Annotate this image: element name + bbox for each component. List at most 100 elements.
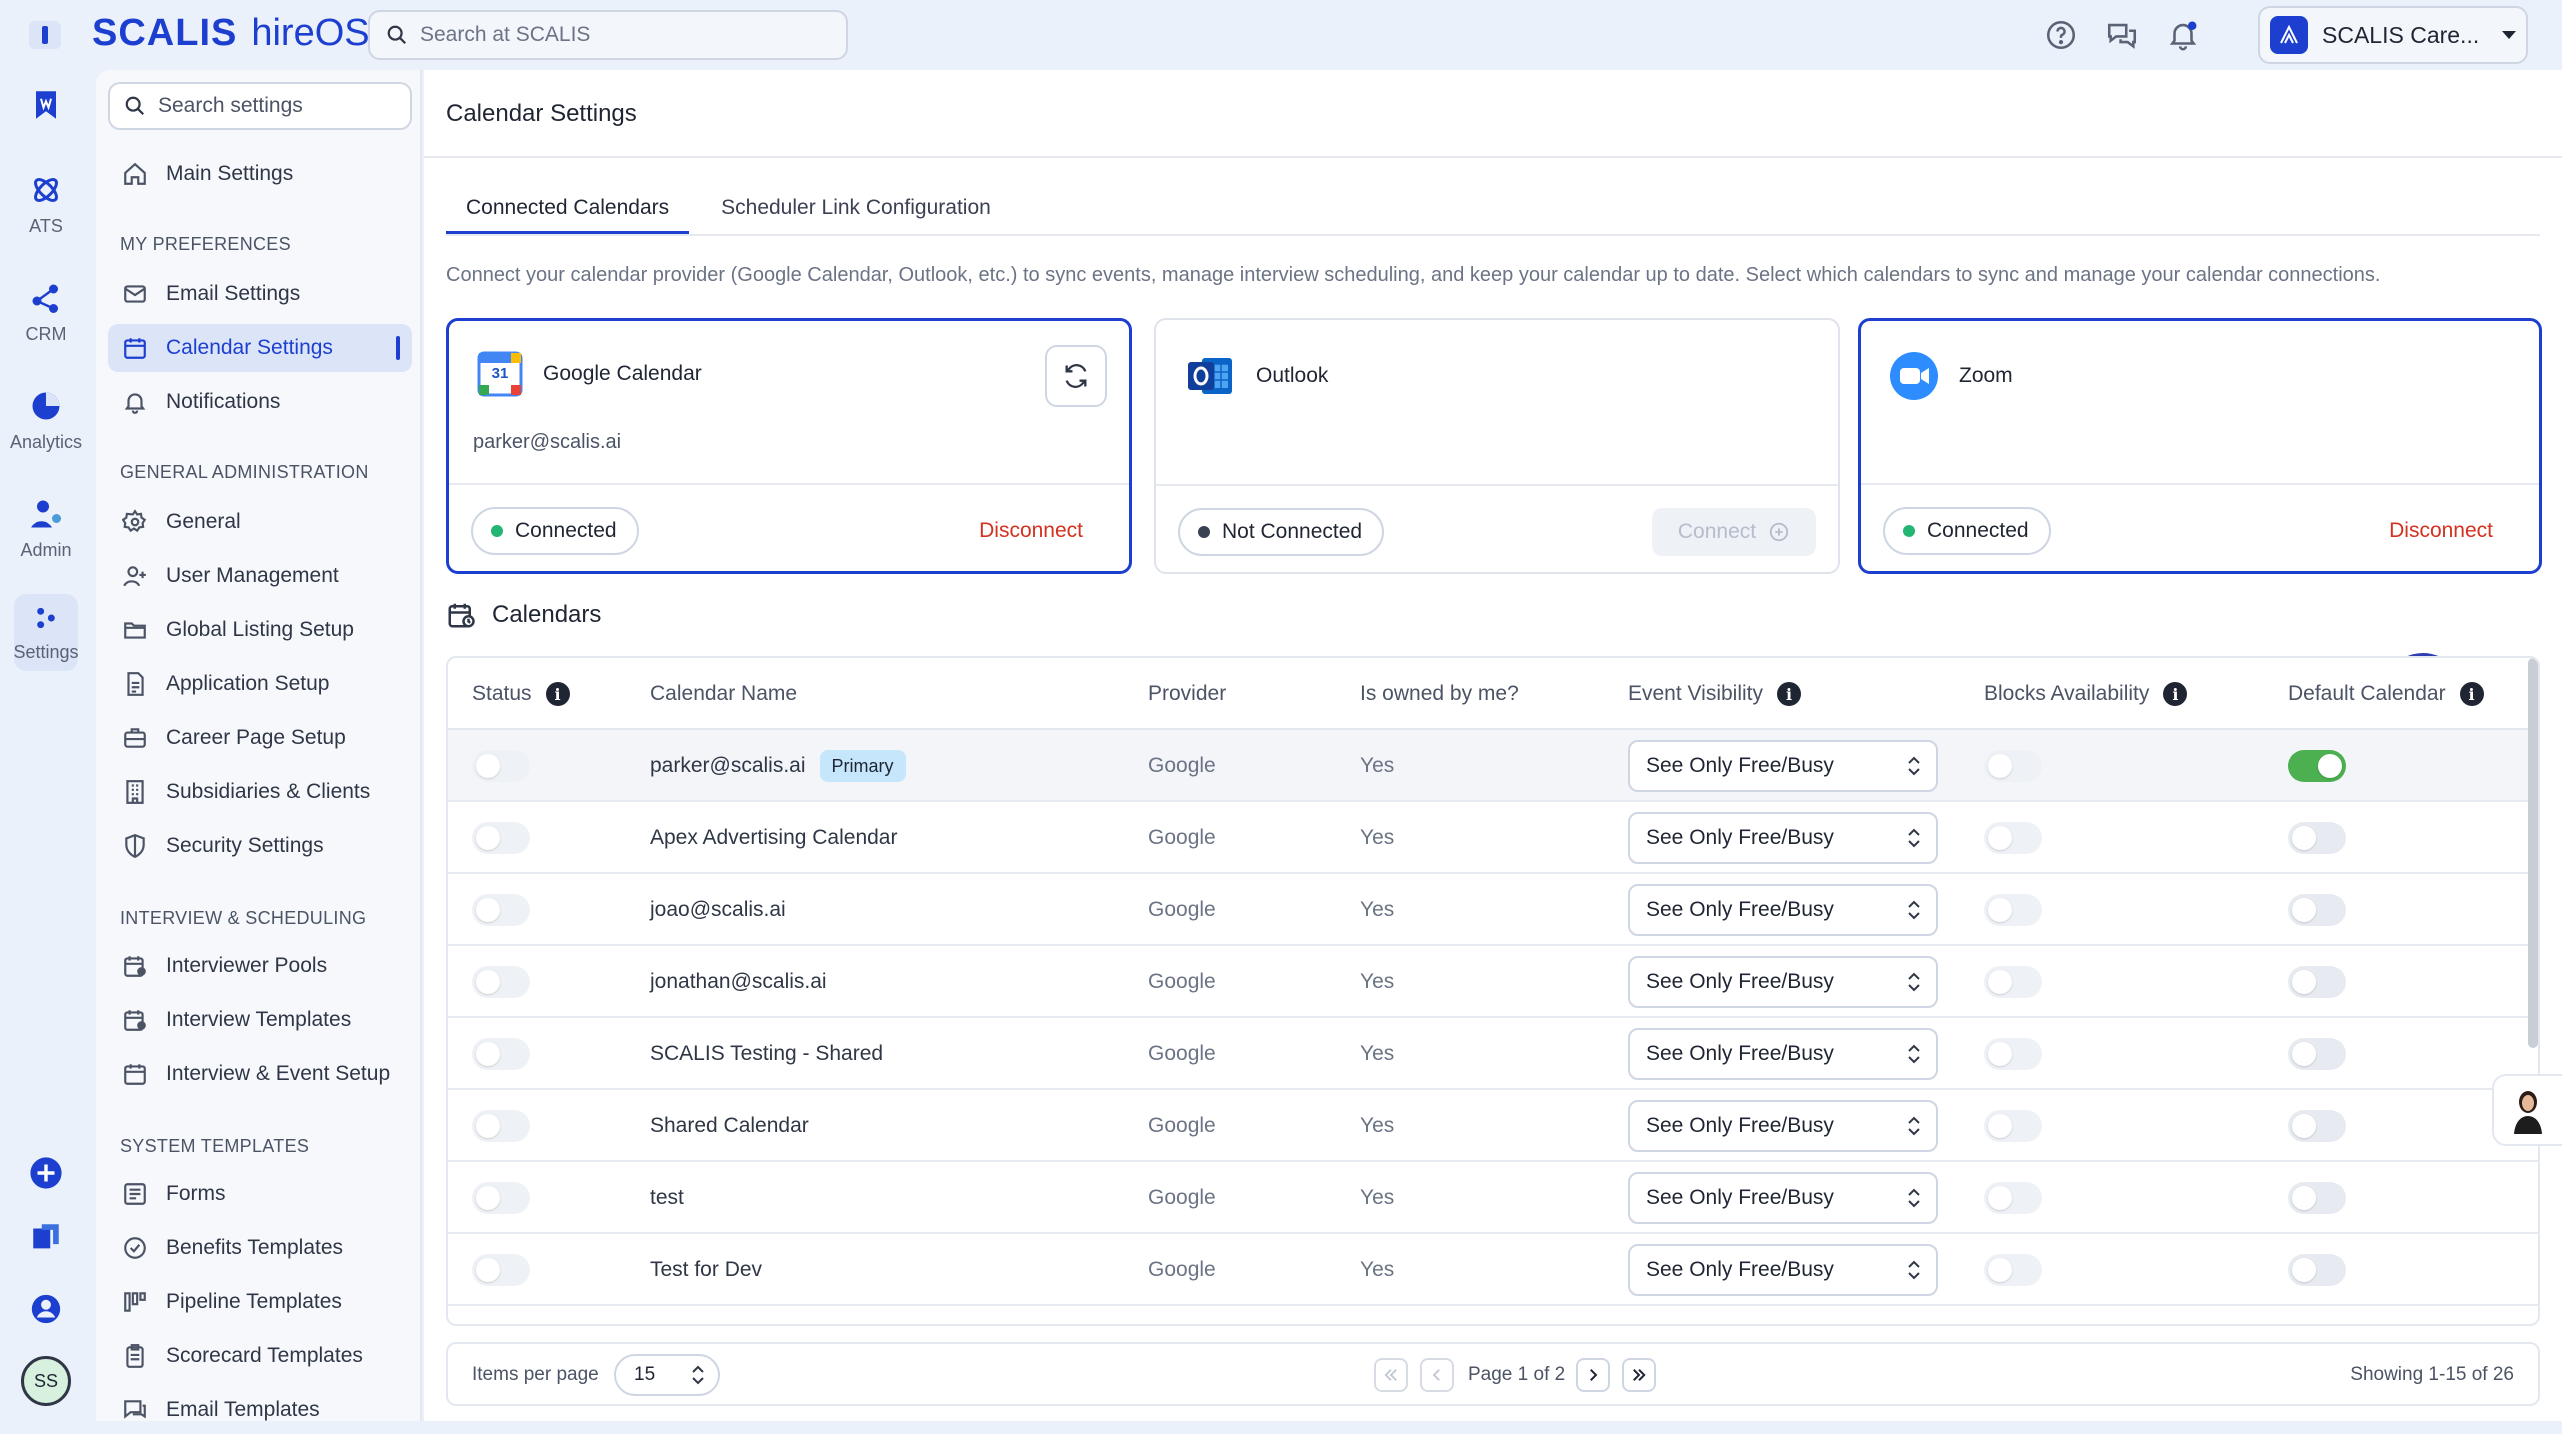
- main-content: Calendar Settings Connected Calendars Sc…: [424, 70, 2562, 1421]
- rail-settings[interactable]: Settings: [13, 594, 79, 671]
- nav-security-settings[interactable]: Security Settings: [108, 822, 412, 870]
- pagination-bar: Items per page 15 Page 1 of 2 Showing 1-…: [446, 1342, 2540, 1406]
- event-visibility-select[interactable]: See Only Free/Busy: [1628, 740, 1938, 792]
- prev-page-button[interactable]: [1420, 1358, 1454, 1392]
- rail-crm[interactable]: CRM: [0, 280, 92, 345]
- rail-user-settings[interactable]: [0, 1292, 92, 1326]
- nav-email-settings[interactable]: Email Settings: [108, 270, 412, 318]
- provider-name-zoom: Zoom: [1959, 364, 2013, 387]
- info-icon[interactable]: i: [545, 682, 570, 706]
- rail-inbox[interactable]: [0, 1220, 92, 1254]
- table-row: Test for Dev Google Yes See Only Free/Busy: [448, 1234, 2538, 1306]
- nav-career-page[interactable]: Career Page Setup: [108, 714, 412, 762]
- nav-global-listing[interactable]: Global Listing Setup: [108, 606, 412, 654]
- info-icon[interactable]: i: [2163, 682, 2188, 706]
- rail-admin[interactable]: Admin: [0, 496, 92, 561]
- rail-ats[interactable]: ATS: [0, 172, 92, 237]
- event-visibility-select[interactable]: See Only Free/Busy: [1628, 1244, 1938, 1296]
- org-switcher[interactable]: SCALIS Care...: [2258, 6, 2528, 64]
- table-scrollbar[interactable]: [2528, 658, 2538, 1048]
- status-toggle[interactable]: [472, 1254, 530, 1286]
- event-visibility-select[interactable]: See Only Free/Busy: [1628, 1172, 1938, 1224]
- info-icon[interactable]: i: [2459, 682, 2484, 706]
- nav-general[interactable]: General: [108, 498, 412, 546]
- nav-application-setup[interactable]: Application Setup: [108, 660, 412, 708]
- blocks-availability-toggle[interactable]: [1984, 750, 2042, 782]
- default-calendar-toggle[interactable]: [2288, 1182, 2346, 1214]
- nav-calendar-settings[interactable]: Calendar Settings: [108, 324, 412, 372]
- default-calendar-toggle[interactable]: [2288, 966, 2346, 998]
- assistant-avatar[interactable]: [2492, 1074, 2562, 1146]
- default-calendar-toggle[interactable]: [2288, 1110, 2346, 1142]
- nav-pipeline-templates[interactable]: Pipeline Templates: [108, 1278, 412, 1326]
- status-toggle[interactable]: [472, 1038, 530, 1070]
- status-toggle[interactable]: [472, 1110, 530, 1142]
- event-visibility-select[interactable]: See Only Free/Busy: [1628, 956, 1938, 1008]
- messages-icon[interactable]: [2105, 18, 2139, 52]
- last-page-button[interactable]: [1622, 1358, 1656, 1392]
- provider-cell: Google: [1148, 1258, 1216, 1281]
- tab-connected-calendars[interactable]: Connected Calendars: [446, 182, 690, 234]
- settings-search-input[interactable]: Search settings: [108, 82, 412, 130]
- event-visibility-value: See Only Free/Busy: [1646, 898, 1834, 921]
- chevron-updown-icon: [692, 1365, 704, 1385]
- info-icon[interactable]: i: [1777, 682, 1802, 706]
- blocks-availability-toggle[interactable]: [1984, 1038, 2042, 1070]
- default-calendar-toggle[interactable]: [2288, 822, 2346, 854]
- nav-event-setup[interactable]: Interview & Event Setup: [108, 1050, 412, 1098]
- status-toggle[interactable]: [472, 966, 530, 998]
- status-toggle[interactable]: [472, 894, 530, 926]
- help-icon[interactable]: [2044, 18, 2078, 52]
- status-toggle[interactable]: [472, 750, 530, 782]
- nav-benefits-templates[interactable]: Benefits Templates: [108, 1224, 412, 1272]
- rail-analytics[interactable]: Analytics: [0, 388, 92, 453]
- event-visibility-select[interactable]: See Only Free/Busy: [1628, 1028, 1938, 1080]
- nav-subsidiaries[interactable]: Subsidiaries & Clients: [108, 768, 412, 816]
- first-page-button[interactable]: [1374, 1358, 1408, 1392]
- default-calendar-toggle[interactable]: [2288, 750, 2346, 782]
- nav-scorecard-templates[interactable]: Scorecard Templates: [108, 1332, 412, 1380]
- nav-interviewer-pools[interactable]: Interviewer Pools: [108, 942, 412, 990]
- sidebar-toggle-icon[interactable]: [28, 20, 62, 50]
- column-blocks-availability-label: Blocks Availability: [1984, 682, 2150, 705]
- notifications-bell-icon[interactable]: [2166, 18, 2200, 52]
- connect-outlook-button[interactable]: Connect: [1652, 508, 1816, 556]
- settings-search-placeholder: Search settings: [158, 94, 303, 117]
- nav-user-management[interactable]: User Management: [108, 552, 412, 600]
- next-page-button[interactable]: [1576, 1358, 1610, 1392]
- admin-user-icon: [31, 500, 61, 528]
- disconnect-zoom-button[interactable]: Disconnect: [2389, 519, 2493, 543]
- status-toggle[interactable]: [472, 822, 530, 854]
- blocks-availability-toggle[interactable]: [1984, 1110, 2042, 1142]
- refresh-button[interactable]: [1045, 345, 1107, 407]
- disconnect-google-button[interactable]: Disconnect: [979, 519, 1083, 543]
- tab-scheduler-link[interactable]: Scheduler Link Configuration: [701, 182, 1011, 234]
- user-avatar[interactable]: SS: [0, 1356, 92, 1406]
- event-visibility-select[interactable]: See Only Free/Busy: [1628, 884, 1938, 936]
- default-calendar-toggle[interactable]: [2288, 894, 2346, 926]
- nav-interview-templates[interactable]: Interview Templates: [108, 996, 412, 1044]
- default-calendar-toggle[interactable]: [2288, 1254, 2346, 1286]
- nav-email-templates[interactable]: Email Templates: [108, 1386, 412, 1434]
- items-per-page-select[interactable]: 15: [614, 1354, 720, 1396]
- blocks-availability-toggle[interactable]: [1984, 1254, 2042, 1286]
- event-visibility-value: See Only Free/Busy: [1646, 970, 1834, 993]
- nav-forms[interactable]: Forms: [108, 1170, 412, 1218]
- calendar-name: SCALIS Testing - Shared: [650, 1042, 884, 1065]
- calendar-name: jonathan@scalis.ai: [650, 970, 827, 993]
- status-toggle[interactable]: [472, 1182, 530, 1214]
- blocks-availability-toggle[interactable]: [1984, 1182, 2042, 1214]
- default-calendar-toggle[interactable]: [2288, 1038, 2346, 1070]
- rail-add[interactable]: [0, 1156, 92, 1190]
- blocks-availability-toggle[interactable]: [1984, 966, 2042, 998]
- blocks-availability-toggle[interactable]: [1984, 822, 2042, 854]
- event-visibility-select[interactable]: See Only Free/Busy: [1628, 1100, 1938, 1152]
- blocks-availability-toggle[interactable]: [1984, 894, 2042, 926]
- global-search-input[interactable]: Search at SCALIS: [368, 10, 848, 60]
- rail-bookmark[interactable]: [0, 88, 92, 122]
- nav-main-settings[interactable]: Main Settings: [108, 150, 412, 198]
- nav-notifications[interactable]: Notifications: [108, 378, 412, 426]
- app-logo[interactable]: SCALIS hireOS: [92, 12, 370, 55]
- event-visibility-select[interactable]: See Only Free/Busy: [1628, 812, 1938, 864]
- calendar-clock-icon: [448, 603, 475, 628]
